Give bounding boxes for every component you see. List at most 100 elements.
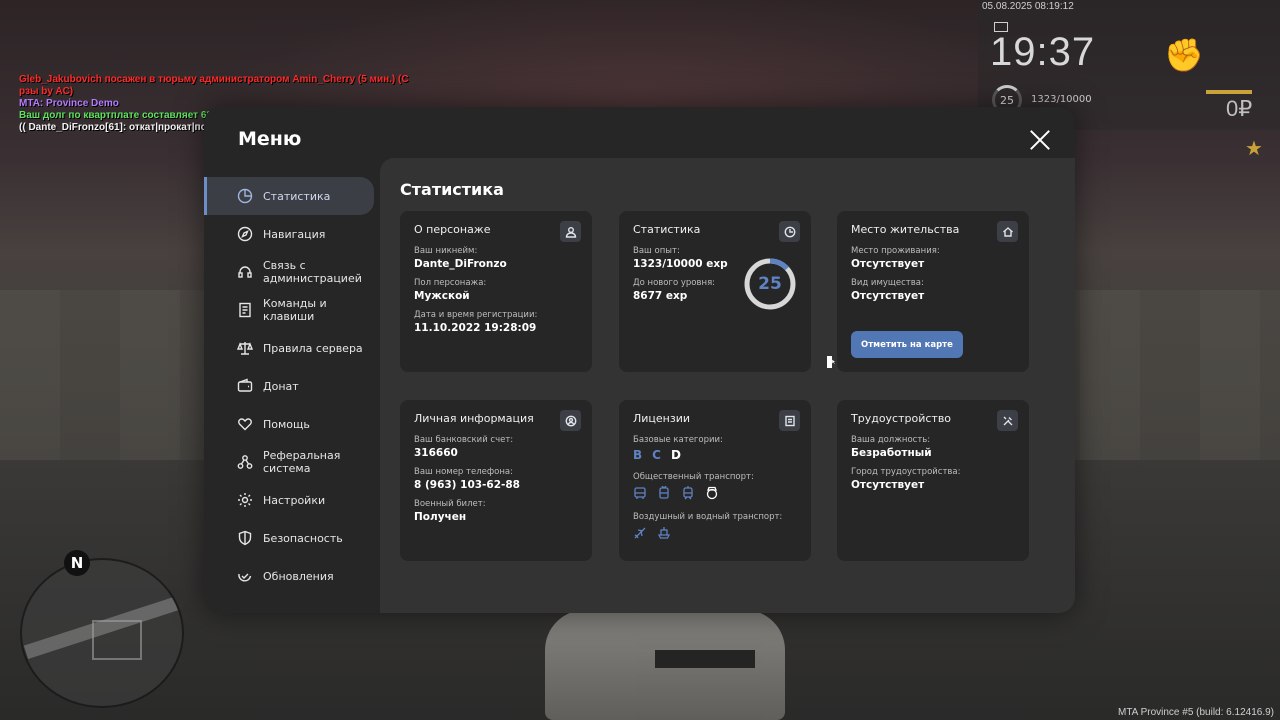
field-label: Ваш никнейм: xyxy=(414,246,478,256)
category-c: C xyxy=(652,448,661,462)
public-transport-licenses xyxy=(633,486,797,500)
work-city-value: Отсутствует xyxy=(851,479,925,491)
bus-icon xyxy=(633,486,647,500)
hud-date: 05.08.2025 08:19:12 xyxy=(982,1,1074,12)
card-title: Лицензии xyxy=(633,412,691,425)
wallet-icon xyxy=(237,378,253,394)
field-label: Общественный транспорт: xyxy=(633,472,754,482)
field-label: Ваш опыт: xyxy=(633,246,680,256)
pie-chart-icon xyxy=(237,188,253,204)
card-title: Статистика xyxy=(633,223,701,236)
sidebar-item-commands[interactable]: Команды и клавиши xyxy=(204,291,374,329)
card-character: О персонаже Ваш никнейм: Dante_DiFronzo … xyxy=(400,211,592,372)
car xyxy=(545,610,785,720)
hud-exp: 1323/10000 xyxy=(1031,94,1092,105)
nickname-value: Dante_DiFronzo xyxy=(414,258,507,270)
minimap xyxy=(20,558,184,708)
money-bar xyxy=(1206,90,1252,94)
menu-title: Меню xyxy=(238,128,302,150)
sidebar-item-label: Помощь xyxy=(263,417,310,431)
tram-icon xyxy=(681,486,695,500)
house-icon xyxy=(997,221,1018,242)
mouse-cursor xyxy=(827,356,836,368)
sidebar-item-label: Реферальная система xyxy=(263,449,341,475)
close-button[interactable] xyxy=(1029,129,1051,151)
sidebar-item-admin-contact[interactable]: Связь с администрацией xyxy=(204,253,374,291)
field-label: Военный билет: xyxy=(414,499,486,509)
card-title: Трудоустройство xyxy=(851,412,952,425)
scales-icon xyxy=(237,340,253,356)
gender-value: Мужской xyxy=(414,290,470,302)
field-label: Воздушный и водный транспорт: xyxy=(633,512,783,522)
card-residence: Место жительства Место проживания: Отсут… xyxy=(837,211,1029,372)
sidebar-item-label: Связь с администрацией xyxy=(263,259,362,285)
residence-value: Отсутствует xyxy=(851,258,925,270)
category-b: B xyxy=(633,448,643,462)
taxi-driver-icon xyxy=(705,486,719,500)
menu-window: Меню Статистика Навигация Связь с админи… xyxy=(204,107,1075,613)
sidebar-item-statistics[interactable]: Статистика xyxy=(204,177,374,215)
card-personal: Личная информация Ваш банковский счет: 3… xyxy=(400,400,592,561)
field-label: Пол персонажа: xyxy=(414,278,487,288)
sidebar-item-label: Обновления xyxy=(263,569,334,583)
license-plate xyxy=(655,650,755,668)
sidebar-item-label: Безопасность xyxy=(263,531,343,545)
field-label: Город трудоустройства: xyxy=(851,467,961,477)
sidebar-item-updates[interactable]: Обновления xyxy=(204,557,374,595)
category-d: D xyxy=(670,448,681,462)
boat-icon xyxy=(657,526,671,540)
build-info: MTA Province #5 (build: 6.12416.9) xyxy=(1117,707,1274,718)
card-stats: Статистика Ваш опыт: 1323/10000 exp До н… xyxy=(619,211,811,372)
field-label: Ваш банковский счет: xyxy=(414,435,514,445)
air-water-licenses xyxy=(633,526,797,540)
sidebar-item-navigation[interactable]: Навигация xyxy=(204,215,374,253)
document-icon xyxy=(237,302,253,318)
bank-account-value: 316660 xyxy=(414,447,458,459)
field-label: Место проживания: xyxy=(851,246,940,256)
card-licenses: Лицензии Базовые категории: B C D Общест… xyxy=(619,400,811,561)
chat-line: рзы by AC) xyxy=(19,86,74,97)
sidebar-item-label: Статистика xyxy=(263,189,331,203)
headset-icon xyxy=(237,264,253,280)
network-icon xyxy=(237,454,253,470)
sidebar-item-label: Донат xyxy=(263,379,299,393)
minimap-building xyxy=(92,620,142,660)
heart-hands-icon xyxy=(237,416,253,432)
field-label: Базовые категории: xyxy=(633,435,723,445)
sidebar-item-rules[interactable]: Правила сервера xyxy=(204,329,374,367)
field-label: Дата и время регистрации: xyxy=(414,310,538,320)
sidebar-item-label: Навигация xyxy=(263,227,326,241)
content-title: Статистика xyxy=(400,180,504,199)
sidebar-item-label: Команды и клавиши xyxy=(263,297,327,323)
fist-icon: ✊ xyxy=(1164,36,1204,74)
position-value: Безработный xyxy=(851,447,932,459)
plane-icon xyxy=(633,526,647,540)
sidebar-item-donate[interactable]: Донат xyxy=(204,367,374,405)
property-value: Отсутствует xyxy=(851,290,925,302)
gear-icon xyxy=(237,492,253,508)
sidebar-item-referral[interactable]: Реферальная система xyxy=(204,443,374,481)
basic-categories: B C D xyxy=(633,448,797,462)
hud-money: 0₽ xyxy=(1226,96,1253,121)
sidebar-item-security[interactable]: Безопасность xyxy=(204,519,374,557)
chat-line: Gleb_Jakubovich посажен в тюрьму админис… xyxy=(19,74,409,85)
clock-chart-icon xyxy=(779,221,800,242)
level-value: 25 xyxy=(758,274,782,294)
sidebar-item-help[interactable]: Помощь xyxy=(204,405,374,443)
sidebar-item-label: Правила сервера xyxy=(263,341,363,355)
card-title: О персонаже xyxy=(414,223,491,236)
trolleybus-icon xyxy=(657,486,671,500)
compass-icon xyxy=(237,226,253,242)
sidebar-item-settings[interactable]: Настройки xyxy=(204,481,374,519)
refresh-icon xyxy=(237,568,253,584)
north-indicator: N xyxy=(64,550,90,576)
field-label: Вид имущества: xyxy=(851,278,924,288)
sidebar-item-label: Настройки xyxy=(263,493,326,507)
field-label: Ваша должность: xyxy=(851,435,931,445)
face-icon xyxy=(560,410,581,431)
content-panel: Статистика О персонаже Ваш никнейм: Dant… xyxy=(380,158,1075,613)
mark-on-map-button[interactable]: Отметить на карте xyxy=(851,331,963,358)
military-id-value: Получен xyxy=(414,511,467,523)
wanted-star-icon: ★ xyxy=(1245,136,1263,160)
tools-icon xyxy=(997,410,1018,431)
